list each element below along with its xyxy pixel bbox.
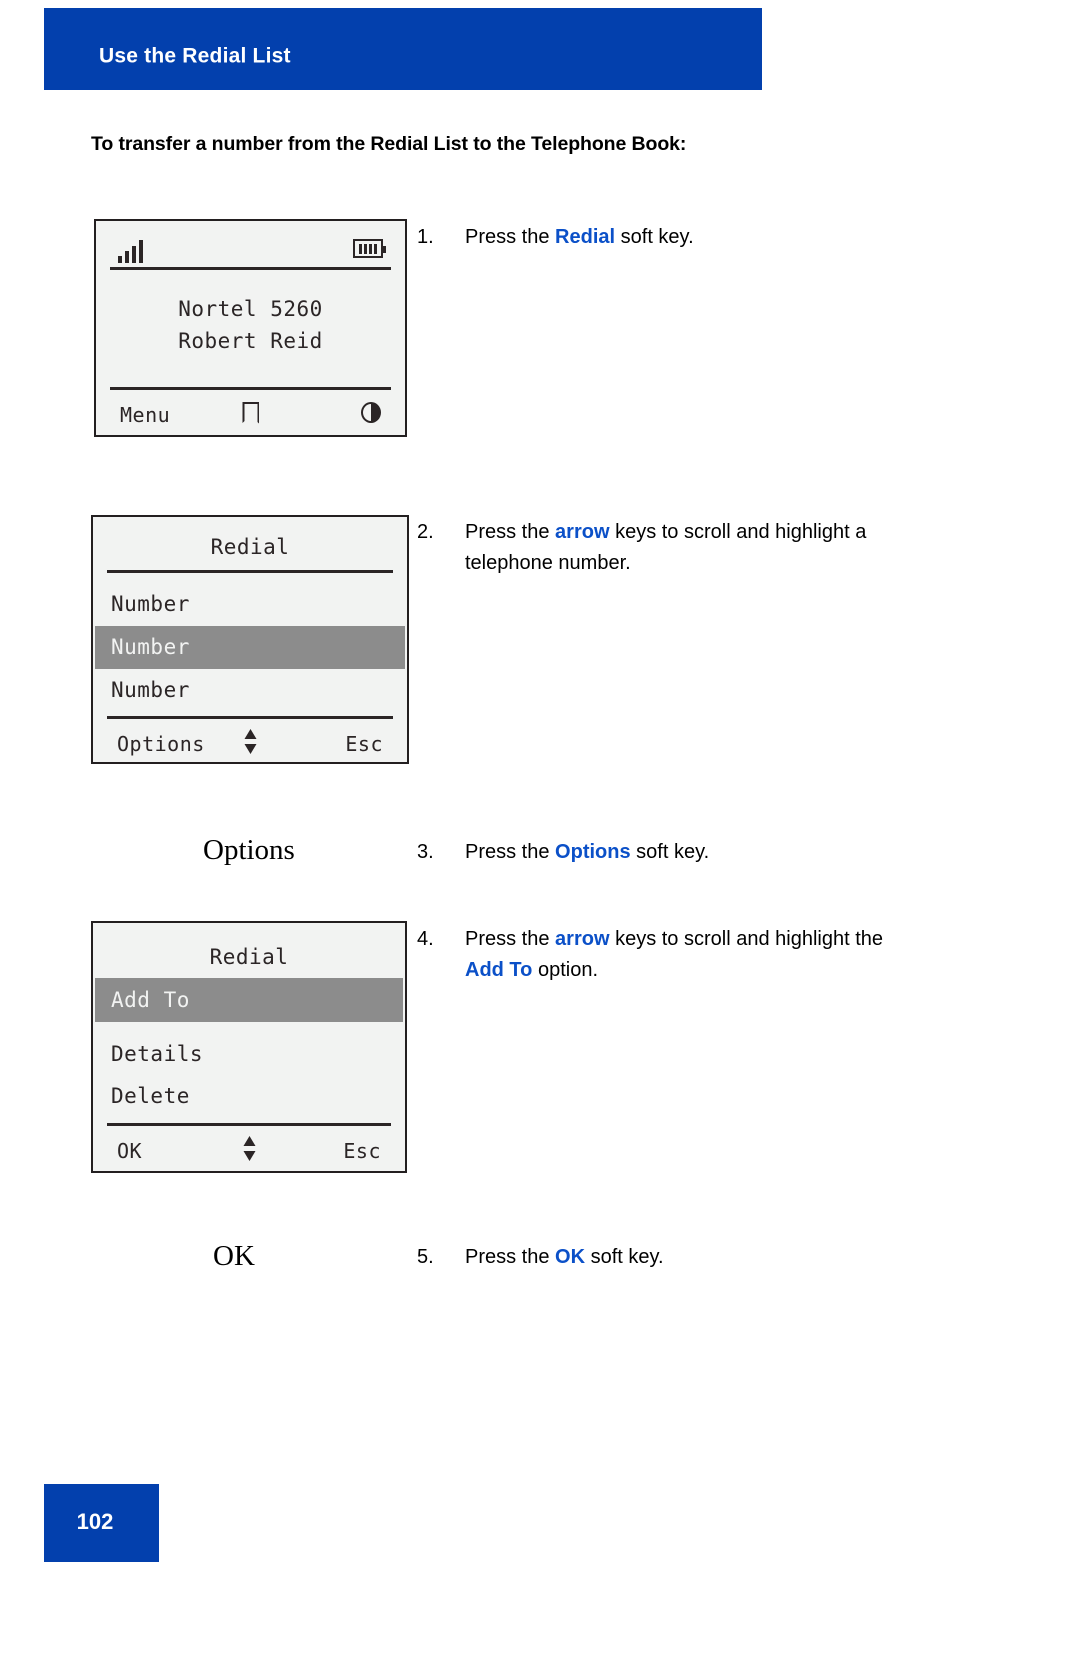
- phone-screen-redial-options: Redial Add To Details Delete OK Esc: [91, 921, 407, 1173]
- page-title: Use the Redial List: [99, 44, 291, 68]
- screen-divider-bottom: [110, 387, 391, 390]
- contrast-icon[interactable]: [361, 402, 381, 428]
- redial-options-title: Redial: [209, 945, 289, 969]
- redial-list-softkey-row: Options Esc: [93, 726, 407, 762]
- phonebook-icon[interactable]: [242, 402, 259, 429]
- step-text-post: option.: [532, 959, 598, 981]
- step-item: 3. Press the Options soft key.: [417, 837, 709, 868]
- idle-line-2: Robert Reid: [178, 329, 323, 353]
- step-keyword: Redial: [555, 226, 616, 248]
- battery-icon: [353, 239, 386, 258]
- step-keyword: arrow: [555, 928, 610, 950]
- step-keyword: arrow: [555, 521, 610, 543]
- step-text-pre: Press the: [465, 928, 556, 950]
- up-down-arrow-icon[interactable]: [244, 729, 257, 759]
- phone-screen-idle: Nortel 5260 Robert Reid Menu: [94, 219, 407, 437]
- redial-list-bottom-divider: [107, 716, 393, 719]
- step-text-mid: keys to scroll and highlight the: [609, 928, 884, 950]
- step-number: 2.: [417, 521, 434, 543]
- list-item[interactable]: Delete: [95, 1075, 403, 1117]
- step-number: 5.: [417, 1246, 434, 1268]
- idle-softkey-row: Menu: [96, 399, 405, 431]
- step-number: 3.: [417, 841, 434, 863]
- step-item: 5. Press the OK soft key.: [417, 1242, 664, 1273]
- list-item[interactable]: Number: [95, 669, 405, 712]
- step-text-post: soft key.: [615, 226, 694, 248]
- step-keyword: Options: [555, 841, 631, 863]
- step-item: 4. Press the arrow keys to scroll and hi…: [417, 924, 885, 986]
- step-text-pre: Press the: [465, 226, 556, 248]
- step-text-pre: Press the: [465, 841, 556, 863]
- screen-divider-top: [110, 267, 391, 270]
- redial-list-title-divider: [107, 570, 393, 573]
- page-number: 102: [76, 1509, 114, 1534]
- step-keyword-2: Add To: [465, 959, 533, 981]
- up-down-arrow-icon[interactable]: [243, 1136, 256, 1166]
- softkey-ok[interactable]: OK: [117, 1139, 142, 1163]
- phone-screen-redial-list: Redial Number Number Number Options Esc: [91, 515, 409, 764]
- step-number: 4.: [417, 928, 434, 950]
- redial-list-title: Redial: [210, 535, 290, 559]
- step-text: Press the OK soft key.: [465, 1242, 664, 1273]
- step-item: 2. Press the arrow keys to scroll and hi…: [417, 517, 885, 579]
- list-item[interactable]: Details: [95, 1033, 403, 1075]
- step-text-pre: Press the: [465, 521, 556, 543]
- list-item[interactable]: Number: [95, 583, 405, 626]
- redial-options-bottom-divider: [107, 1123, 391, 1126]
- softkey-caption-options: Options: [203, 834, 295, 866]
- step-item: 1. Press the Redial soft key.: [417, 222, 694, 253]
- softkey-options[interactable]: Options: [117, 732, 205, 756]
- intro-heading: To transfer a number from the Redial Lis…: [91, 133, 687, 155]
- softkey-menu[interactable]: Menu: [120, 403, 170, 427]
- step-text-post: soft key.: [630, 841, 710, 863]
- step-keyword: OK: [555, 1246, 586, 1268]
- redial-options-softkey-row: OK Esc: [93, 1133, 405, 1169]
- step-text: Press the arrow keys to scroll and highl…: [465, 924, 885, 986]
- step-number: 1.: [417, 226, 434, 248]
- step-text: Press the Options soft key.: [465, 837, 709, 868]
- signal-bars-icon: [118, 235, 152, 263]
- step-text-pre: Press the: [465, 1246, 556, 1268]
- list-item[interactable]: Number: [95, 626, 405, 669]
- step-text: Press the arrow keys to scroll and highl…: [465, 517, 885, 579]
- idle-line-1: Nortel 5260: [178, 297, 323, 321]
- softkey-caption-ok: OK: [213, 1240, 255, 1272]
- list-item[interactable]: Add To: [95, 978, 403, 1022]
- idle-screen-text: Nortel 5260 Robert Reid: [96, 293, 405, 357]
- softkey-esc[interactable]: Esc: [345, 732, 383, 756]
- step-text-post: soft key.: [585, 1246, 664, 1268]
- step-text: Press the Redial soft key.: [465, 222, 694, 253]
- softkey-esc[interactable]: Esc: [343, 1139, 381, 1163]
